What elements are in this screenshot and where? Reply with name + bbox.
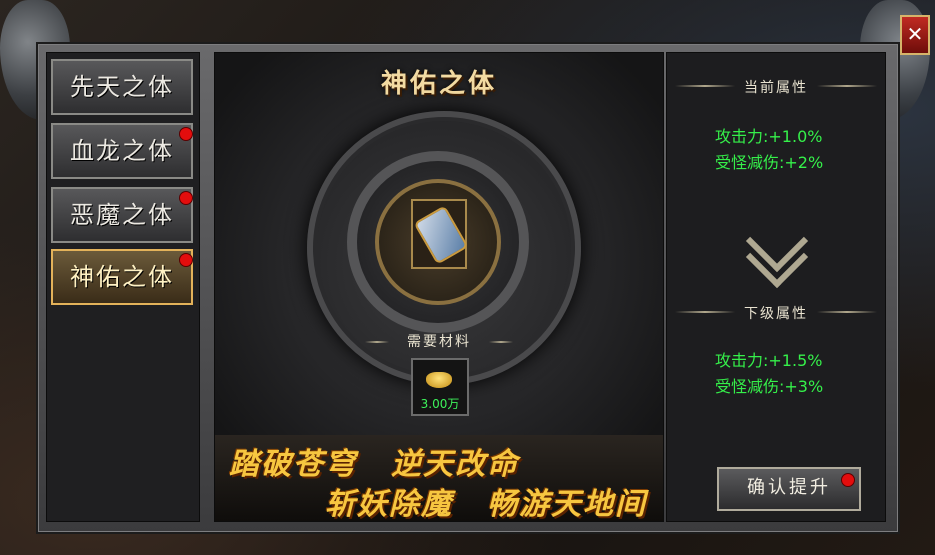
tab-label: 先天之体: [70, 73, 174, 101]
tab-xiantian[interactable]: 先天之体: [51, 59, 193, 115]
alert-dot-icon: [179, 253, 193, 267]
main-panel: 神佑之体 需要材料 3.00万 踏破苍穹 逆天改命 斩妖除魔 畅游天地间: [214, 52, 664, 522]
slogan-text: 踏破苍穹: [229, 447, 357, 482]
slogan-text: 斩妖除魔: [325, 487, 453, 522]
divider: [489, 341, 513, 343]
tab-emo[interactable]: 恶魔之体: [51, 187, 193, 243]
next-attrs-header: 下级属性: [744, 306, 808, 322]
close-button[interactable]: ✕: [900, 15, 930, 55]
alert-dot-icon: [179, 127, 193, 141]
divider: [365, 341, 389, 343]
tab-label: 恶魔之体: [70, 201, 174, 229]
tab-shenyou[interactable]: 神佑之体: [51, 249, 193, 305]
slogan-text: 畅游天地间: [487, 487, 647, 522]
current-attrs-header: 当前属性: [744, 80, 808, 96]
attribute-panel: 当前属性 攻击力:+1.0% 受怪减伤:+2% 下级属性 攻击力:+1.5% 受…: [666, 52, 886, 522]
tab-xuelong[interactable]: 血龙之体: [51, 123, 193, 179]
material-slot[interactable]: 3.00万: [411, 358, 469, 416]
divider: [817, 311, 877, 313]
materials-label: 需要材料: [407, 334, 471, 350]
alert-dot-icon: [841, 473, 855, 487]
divider: [817, 85, 877, 87]
confirm-upgrade-button[interactable]: 确认提升: [717, 467, 861, 511]
current-attack-attr: 攻击力:+1.0%: [715, 127, 823, 146]
scroll-icon: [413, 205, 469, 265]
next-attack-attr: 攻击力:+1.5%: [715, 351, 823, 370]
slogan-banner: 踏破苍穹 逆天改命 斩妖除魔 畅游天地间: [215, 435, 663, 521]
body-type-tab-list: 先天之体 血龙之体 恶魔之体 神佑之体: [46, 52, 200, 522]
alert-dot-icon: [179, 191, 193, 205]
page-title: 神佑之体: [380, 69, 497, 99]
material-quantity: 3.00万: [420, 397, 460, 411]
current-damage-reduction-attr: 受怪减伤:+2%: [715, 153, 824, 172]
slogan-text: 逆天改命: [391, 447, 519, 482]
gold-ingot-icon: [426, 372, 452, 388]
tab-label: 血龙之体: [70, 137, 174, 165]
tab-label: 神佑之体: [70, 263, 174, 291]
upgrade-item-slot[interactable]: [411, 199, 469, 269]
next-damage-reduction-attr: 受怪减伤:+3%: [715, 377, 824, 396]
